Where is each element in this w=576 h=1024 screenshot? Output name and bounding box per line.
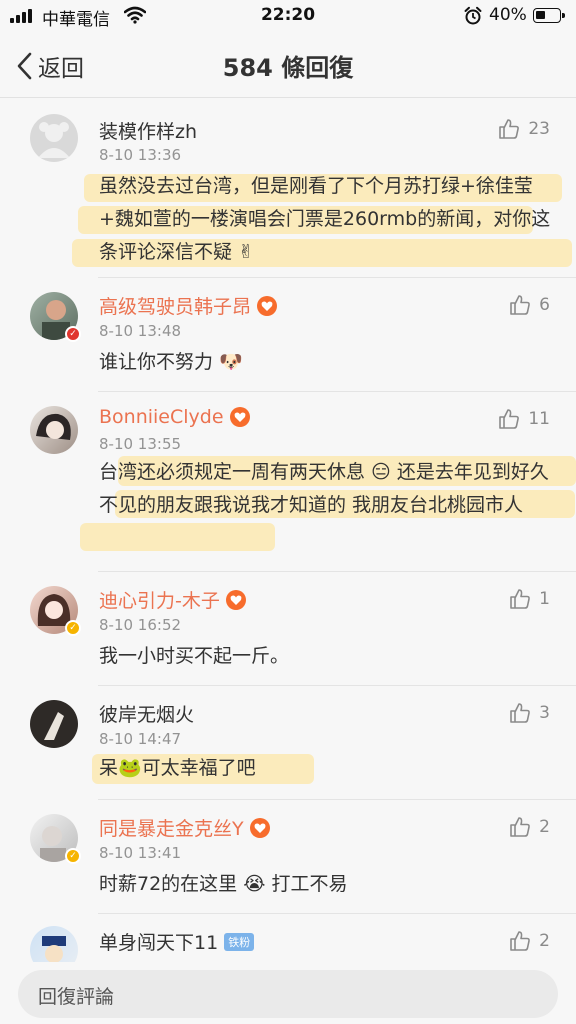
like-button[interactable]: 2 — [509, 930, 550, 952]
comment-item[interactable]: 装模作样zh 8-10 13:36 虽然没去过台湾，但是刚看了下个月苏打绿+徐佳… — [0, 98, 576, 278]
like-button[interactable]: 3 — [509, 702, 550, 724]
verified-badge-icon: ✓ — [65, 848, 81, 864]
reply-bar: 回復評論 — [0, 962, 576, 1024]
reply-input[interactable]: 回復評論 — [18, 970, 558, 1018]
name-row: 装模作样zh — [99, 117, 197, 144]
avatar[interactable] — [30, 114, 78, 162]
thumbs-up-icon — [510, 931, 531, 951]
profile-photo-icon — [44, 712, 64, 740]
comment-text: 谁让你不努力 🐶 — [99, 351, 243, 373]
comment-text: 呆🐸可太幸福了吧 — [99, 757, 256, 779]
battery-percent: 40% — [489, 5, 527, 25]
verified-badge-icon: ✓ — [65, 326, 81, 342]
nav-bar: 返回 584 條回復 — [0, 32, 576, 98]
comment-item[interactable]: ✓ 迪心引力-木子 8-10 16:52 我一小时买不起一斤。 1 — [0, 572, 576, 686]
comment-text: 时薪72的在这里 😭 打工不易 — [99, 873, 348, 895]
comment-item[interactable]: 彼岸无烟火 8-10 14:47 呆🐸可太幸福了吧 3 — [0, 686, 576, 800]
alarm-icon — [464, 6, 482, 25]
reply-placeholder: 回復評論 — [38, 986, 115, 1008]
back-button[interactable]: 返回 — [14, 46, 84, 86]
like-button[interactable]: 23 — [498, 118, 550, 140]
name-row: 高级驾驶员韩子昂 — [99, 292, 278, 319]
name-row: 同是暴走金克丝Y — [99, 814, 271, 841]
commenter-name[interactable]: BonniieClyde — [99, 406, 224, 428]
thumbs-up-icon — [510, 295, 531, 315]
vip-heart-icon — [249, 817, 270, 838]
comment-item[interactable]: ✓ 高级驾驶员韩子昂 8-10 13:48 谁让你不努力 🐶 6 — [0, 278, 576, 392]
like-count: 2 — [539, 931, 550, 951]
profile-photo-icon — [36, 413, 71, 440]
comment-item[interactable]: BonniieClyde 8-10 13:55 台湾还必须规定一周有两天休息 😑… — [0, 392, 576, 572]
commenter-name[interactable]: 高级驾驶员韩子昂 — [99, 292, 251, 319]
like-button[interactable]: 1 — [509, 588, 550, 610]
avatar[interactable] — [30, 926, 78, 962]
comment-text: 虽然没去过台湾，但是刚看了下个月苏打绿+徐佳莹+魏如萱的一楼演唱会门票是260r… — [99, 175, 551, 263]
comment-text: 我一小时买不起一斤。 — [99, 645, 290, 667]
profile-photo-icon — [42, 936, 66, 962]
comment-list[interactable]: 装模作样zh 8-10 13:36 虽然没去过台湾，但是刚看了下个月苏打绿+徐佳… — [0, 98, 576, 962]
verified-badge-icon: ✓ — [65, 620, 81, 636]
commenter-name[interactable]: 同是暴走金克丝Y — [99, 814, 244, 841]
comment-item[interactable]: 单身闯天下11 铁粉 2 — [0, 914, 576, 962]
fan-tag-badge: 铁粉 — [224, 932, 255, 951]
comment-text: 台湾还必须规定一周有两天休息 😑 还是去年见到好久不见的朋友跟我说我才知道的 我… — [99, 461, 549, 516]
name-row: 彼岸无烟火 — [99, 700, 194, 727]
highlight-mark — [80, 523, 275, 551]
page-title: 584 條回復 — [222, 54, 354, 82]
like-button[interactable]: 11 — [498, 408, 550, 430]
like-count: 1 — [539, 589, 550, 609]
comment-time: 8-10 13:41 — [99, 844, 182, 862]
commenter-name[interactable]: 迪心引力-木子 — [99, 586, 220, 613]
comment-item[interactable]: ✓ 同是暴走金克丝Y 8-10 13:41 时薪72的在这里 😭 打工不易 2 — [0, 800, 576, 914]
like-count: 11 — [528, 409, 550, 429]
like-count: 6 — [539, 295, 550, 315]
name-row: 迪心引力-木子 — [99, 586, 247, 613]
thumbs-up-icon — [499, 409, 520, 429]
like-count: 3 — [539, 703, 550, 723]
name-row: BonniieClyde — [99, 406, 251, 428]
status-bar: 中華電信 22:20 40% — [0, 0, 576, 32]
comment-time: 8-10 16:52 — [99, 616, 182, 634]
comment-time: 8-10 13:48 — [99, 322, 182, 340]
commenter-name[interactable]: 彼岸无烟火 — [99, 700, 194, 727]
thumbs-up-icon — [499, 119, 520, 139]
vip-heart-icon — [229, 407, 250, 427]
comment-time: 8-10 13:55 — [99, 435, 182, 453]
vip-heart-icon — [257, 295, 278, 316]
thumbs-up-icon — [510, 817, 531, 837]
like-button[interactable]: 6 — [509, 294, 550, 316]
default-avatar-icon — [38, 122, 70, 158]
comment-time: 8-10 14:47 — [99, 730, 182, 748]
thumbs-up-icon — [510, 589, 531, 609]
avatar[interactable] — [30, 700, 78, 748]
like-count: 2 — [539, 817, 550, 837]
commenter-name[interactable]: 单身闯天下11 — [99, 928, 218, 955]
avatar[interactable] — [30, 406, 78, 454]
back-label: 返回 — [38, 56, 84, 82]
vip-heart-icon — [225, 589, 246, 610]
thumbs-up-icon — [510, 703, 531, 723]
like-count: 23 — [528, 119, 550, 139]
commenter-name[interactable]: 装模作样zh — [99, 117, 197, 144]
like-button[interactable]: 2 — [509, 816, 550, 838]
comment-time: 8-10 13:36 — [99, 146, 182, 164]
chevron-left-icon — [17, 52, 32, 80]
battery-icon — [533, 8, 565, 23]
name-row: 单身闯天下11 铁粉 — [99, 928, 255, 955]
